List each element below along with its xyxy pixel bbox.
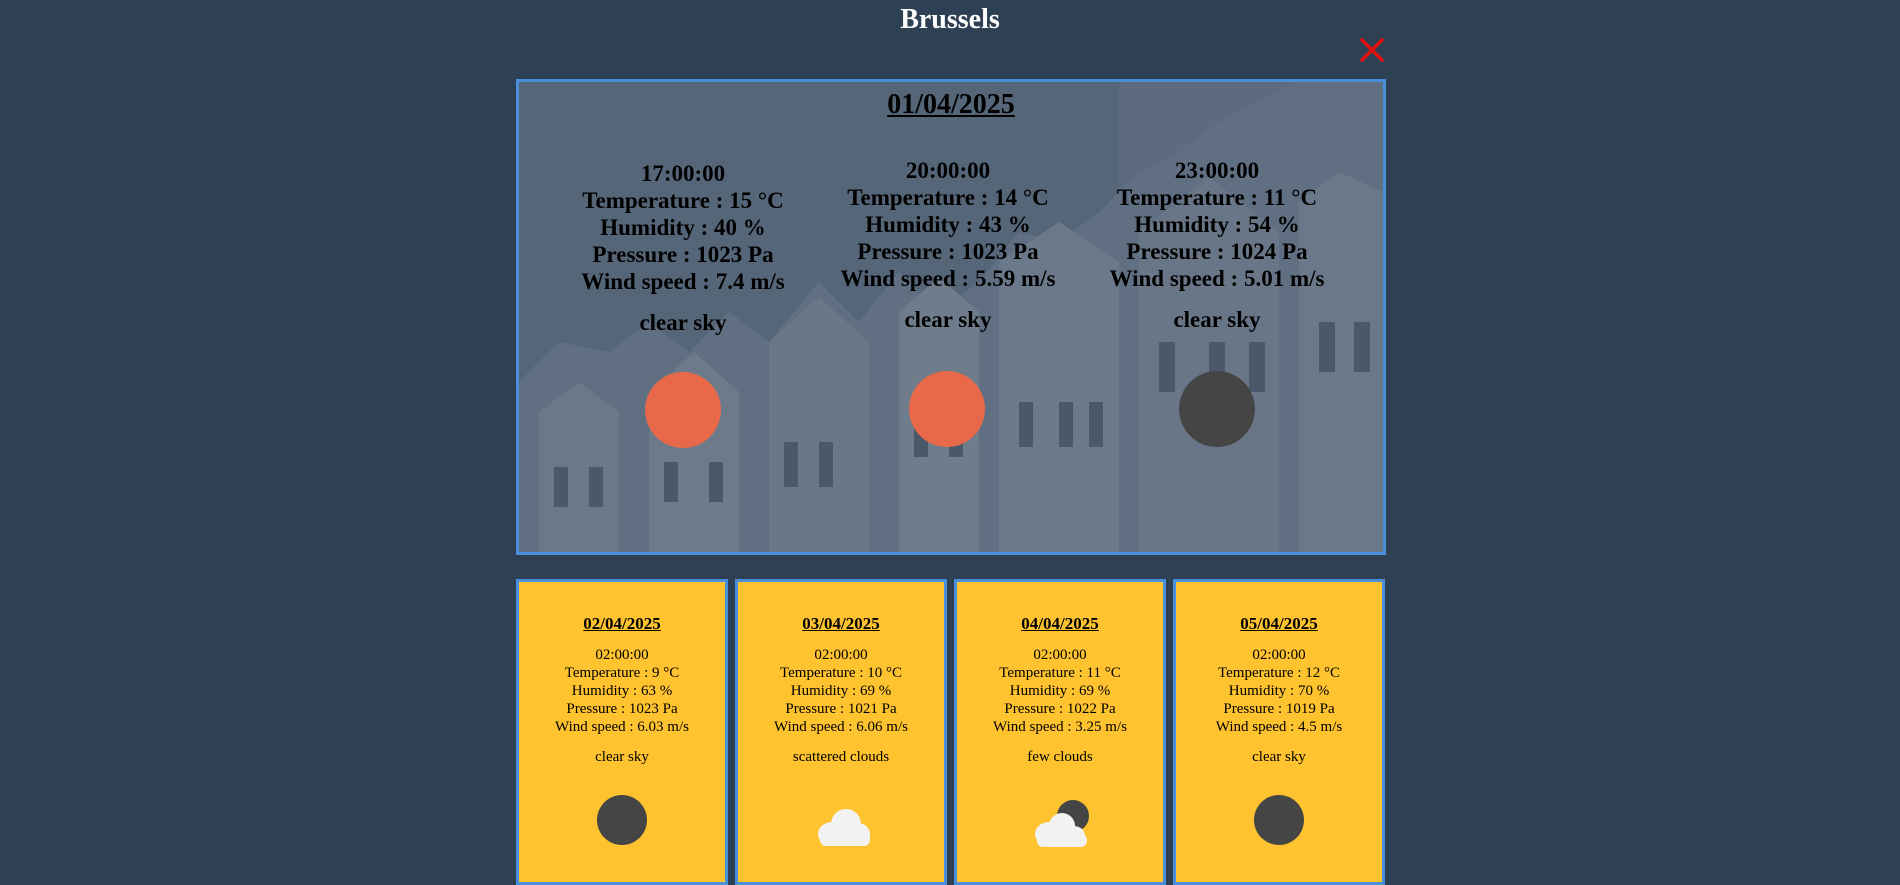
- time-slot: 17:00:00 Temperature : 15 °C Humidity : …: [551, 160, 815, 336]
- forecast-pressure: Pressure : 1019 Pa: [1223, 701, 1335, 717]
- forecast-wind: Wind speed : 6.06 m/s: [774, 719, 908, 735]
- city-title: Brussels: [900, 4, 1000, 35]
- forecast-wind: Wind speed : 3.25 m/s: [993, 719, 1127, 735]
- forecast-temperature: Temperature : 11 °C: [999, 665, 1121, 681]
- slot-time: 17:00:00: [640, 161, 726, 186]
- sun-icon: [909, 371, 985, 447]
- forecast-pressure: Pressure : 1023 Pa: [566, 701, 678, 717]
- forecast-date: 03/04/2025: [802, 614, 880, 633]
- forecast-date: 04/04/2025: [1021, 614, 1099, 633]
- slot-humidity: Humidity : 54 %: [1134, 212, 1300, 237]
- slot-humidity: Humidity : 43 %: [865, 212, 1031, 237]
- forecast-pressure: Pressure : 1022 Pa: [1004, 701, 1116, 717]
- forecast-humidity: Humidity : 69 %: [1009, 683, 1111, 699]
- time-slot: 20:00:00 Temperature : 14 °C Humidity : …: [816, 157, 1080, 333]
- close-icon[interactable]: [1358, 36, 1386, 64]
- time-slot: 23:00:00 Temperature : 11 °C Humidity : …: [1085, 157, 1349, 333]
- slot-description: clear sky: [1173, 307, 1261, 332]
- slot-wind: Wind speed : 5.59 m/s: [840, 266, 1056, 291]
- forecast-wind: Wind speed : 6.03 m/s: [555, 719, 689, 735]
- slot-time: 23:00:00: [1174, 158, 1260, 183]
- forecast-time: 02:00:00: [814, 647, 868, 663]
- cloud-moon-icon: [1035, 800, 1089, 847]
- slot-description: clear sky: [904, 307, 992, 332]
- forecast-card: 03/04/2025 02:00:00 Temperature : 10 °C …: [735, 579, 947, 885]
- forecast-humidity: Humidity : 70 %: [1228, 683, 1330, 699]
- slot-temperature: Temperature : 11 °C: [1116, 185, 1318, 210]
- slot-description: clear sky: [639, 310, 727, 335]
- forecast-description: few clouds: [1027, 749, 1093, 765]
- sun-icon: [645, 372, 721, 448]
- forecast-card: 05/04/2025 02:00:00 Temperature : 12 °C …: [1173, 579, 1385, 885]
- slot-humidity: Humidity : 40 %: [600, 215, 766, 240]
- slot-wind: Wind speed : 5.01 m/s: [1109, 266, 1325, 291]
- forecast-date: 02/04/2025: [583, 614, 661, 633]
- forecast-time: 02:00:00: [595, 647, 649, 663]
- forecast-temperature: Temperature : 12 °C: [1218, 665, 1340, 681]
- slot-temperature: Temperature : 15 °C: [582, 188, 784, 213]
- slot-pressure: Pressure : 1023 Pa: [592, 242, 774, 267]
- forecast-description: scattered clouds: [792, 749, 890, 765]
- slot-temperature: Temperature : 14 °C: [847, 185, 1049, 210]
- forecast-humidity: Humidity : 63 %: [571, 683, 673, 699]
- forecast-time: 02:00:00: [1033, 647, 1087, 663]
- forecast-card: 04/04/2025 02:00:00 Temperature : 11 °C …: [954, 579, 1166, 885]
- moon-icon: [1179, 371, 1255, 447]
- forecast-pressure: Pressure : 1021 Pa: [785, 701, 897, 717]
- slot-pressure: Pressure : 1023 Pa: [857, 239, 1039, 264]
- slot-time: 20:00:00: [905, 158, 991, 183]
- today-date: 01/04/2025: [887, 89, 1015, 120]
- moon-icon: [1254, 795, 1306, 847]
- forecast-humidity: Humidity : 69 %: [790, 683, 892, 699]
- forecast-wind: Wind speed : 4.5 m/s: [1215, 719, 1343, 735]
- slot-wind: Wind speed : 7.4 m/s: [581, 269, 785, 294]
- forecast-card: 02/04/2025 02:00:00 Temperature : 9 °C H…: [516, 579, 728, 885]
- forecast-temperature: Temperature : 10 °C: [780, 665, 902, 681]
- cloud-icon: [818, 809, 870, 846]
- forecast-date: 05/04/2025: [1240, 614, 1318, 633]
- forecast-description: clear sky: [595, 749, 649, 765]
- moon-icon: [597, 795, 649, 847]
- forecast-time: 02:00:00: [1252, 647, 1306, 663]
- forecast-description: clear sky: [1252, 749, 1306, 765]
- slot-pressure: Pressure : 1024 Pa: [1126, 239, 1308, 264]
- today-panel: 01/04/2025 17:00:00 Temperature : 15 °C …: [516, 79, 1386, 555]
- forecast-temperature: Temperature : 9 °C: [564, 665, 680, 681]
